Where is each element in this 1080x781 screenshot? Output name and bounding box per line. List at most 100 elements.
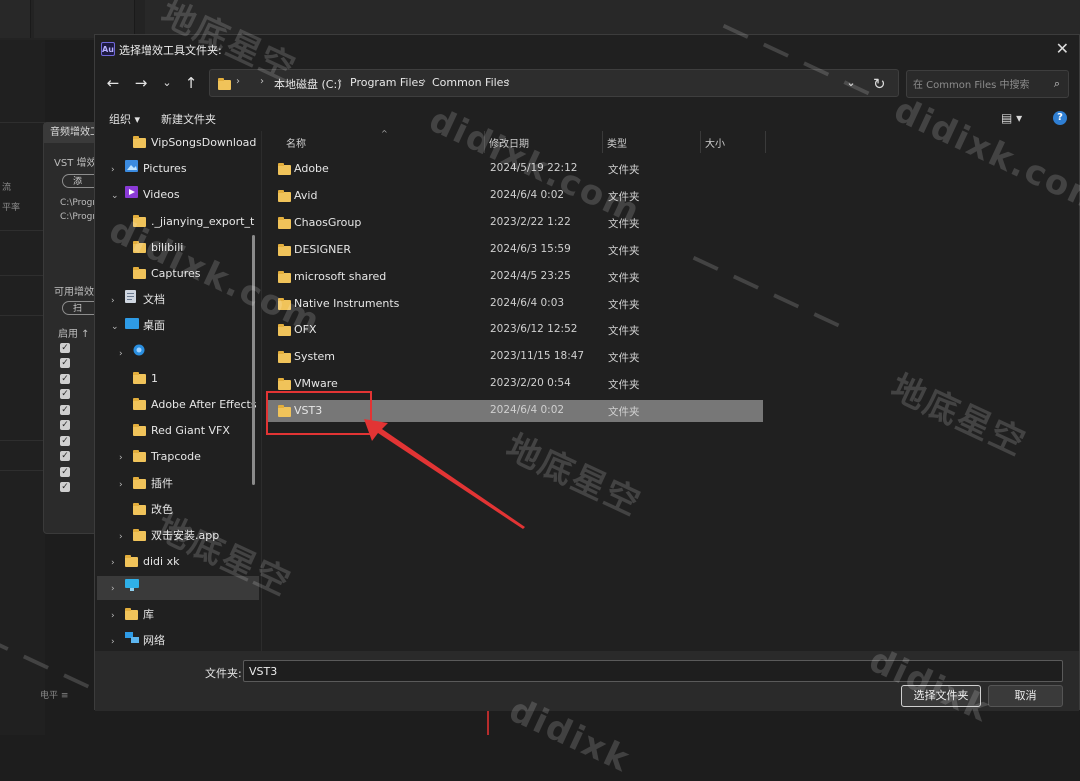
nav-tree-item[interactable]: › 双击安装.app [119, 524, 245, 548]
file-date: 2023/2/22 1:22 [490, 215, 571, 228]
nav-tree-label: 文档 [143, 293, 165, 307]
pane-divider[interactable] [261, 131, 262, 651]
plugin-checkbox[interactable]: ✓ [60, 343, 70, 353]
nav-tree-item[interactable]: bilibili [119, 236, 245, 260]
breadcrumb-local-disk[interactable]: 本地磁盘 (C:) [274, 76, 341, 92]
select-folder-button[interactable]: 选择文件夹 [901, 685, 981, 707]
file-type: 文件夹 [608, 406, 640, 419]
nav-tree-item[interactable]: › 网络 [111, 629, 245, 651]
file-row[interactable]: Native Instruments 2024/6/4 0:03 文件夹 [266, 293, 763, 315]
nav-tree-item[interactable]: Captures [119, 262, 245, 286]
column-separator[interactable] [484, 131, 485, 153]
plugin-checkbox[interactable]: ✓ [60, 451, 70, 461]
column-separator[interactable] [765, 131, 766, 153]
nav-tree-label: Red Giant VFX [151, 424, 230, 438]
plugin-checkbox[interactable]: ✓ [60, 389, 70, 399]
new-folder-button[interactable]: 新建文件夹 [161, 111, 216, 127]
search-icon[interactable]: ⌕ [1054, 77, 1060, 91]
folder-icon [278, 378, 291, 391]
nav-tree-item[interactable]: 1 [119, 367, 245, 391]
nav-tree-item[interactable]: › Trapcode [119, 445, 245, 469]
column-header-size[interactable]: 大小 [705, 135, 725, 151]
plugin-checkbox[interactable]: ✓ [60, 420, 70, 430]
search-input[interactable] [911, 75, 1050, 95]
address-dropdown-chevron-icon[interactable]: ⌄ [841, 73, 861, 93]
nav-tree-item[interactable]: ⌄ 桌面 [111, 314, 245, 338]
column-header-type[interactable]: 类型 [607, 135, 627, 151]
plugin-checkbox[interactable]: ✓ [60, 358, 70, 368]
highlight-annotation-box [266, 391, 372, 435]
chevron-right-icon[interactable]: › [506, 76, 510, 87]
plugin-checkbox[interactable]: ✓ [60, 436, 70, 446]
close-icon[interactable]: ✕ [1056, 39, 1069, 58]
plugin-checkbox[interactable]: ✓ [60, 374, 70, 384]
folder-icon [133, 419, 151, 443]
file-row[interactable]: OFX 2023/6/12 12:52 文件夹 [266, 319, 763, 341]
plugin-checkbox[interactable]: ✓ [60, 467, 70, 477]
view-options-icon[interactable]: ▤ ▾ [1001, 111, 1022, 125]
plugin-checkbox[interactable]: ✓ [60, 482, 70, 492]
folder-label: 文件夹: [205, 667, 242, 680]
file-row[interactable]: System 2023/11/15 18:47 文件夹 [266, 346, 763, 368]
search-box[interactable]: ⌕ [906, 70, 1069, 98]
refresh-icon[interactable]: ↻ [873, 75, 886, 93]
breadcrumb-common-files[interactable]: Common Files [432, 76, 509, 89]
chevron-right-icon[interactable]: › [111, 577, 125, 601]
bg-left-stub: 流 [2, 183, 12, 193]
column-separator[interactable] [700, 131, 701, 153]
back-arrow-icon[interactable]: ← [103, 73, 123, 93]
nav-tree-item[interactable]: › 插件 [119, 472, 245, 496]
nav-tree-item[interactable]: Adobe After Effects [119, 393, 257, 417]
chevron-right-icon[interactable]: › [338, 76, 342, 87]
chevron-right-icon[interactable]: › [119, 473, 133, 497]
nav-tree-item[interactable]: Red Giant VFX [119, 419, 245, 443]
organize-button[interactable]: 组织 ▾ [109, 111, 140, 127]
chevron-right-icon[interactable]: › [260, 76, 264, 87]
cancel-button[interactable]: 取消 [988, 685, 1063, 707]
help-icon[interactable]: ? [1053, 111, 1067, 125]
file-type: 文件夹 [608, 325, 640, 338]
chevron-right-icon[interactable]: › [111, 604, 125, 628]
file-row[interactable]: ChaosGroup 2023/2/22 1:22 文件夹 [266, 212, 763, 234]
file-row[interactable]: DESIGNER 2024/6/3 15:59 文件夹 [266, 239, 763, 261]
nav-tree-item[interactable]: VipSongsDownload [119, 131, 256, 155]
chevron-right-icon[interactable]: › [119, 525, 133, 549]
nav-tree-label: 库 [143, 607, 154, 621]
column-header-name[interactable]: 名称 [286, 135, 306, 151]
nav-tree-item[interactable]: › 文档 [111, 288, 245, 312]
chevron-right-icon[interactable]: › [422, 76, 426, 87]
nav-tree-item[interactable]: › 库 [111, 603, 245, 627]
chevron-right-icon[interactable]: › [119, 342, 133, 366]
breadcrumb-program-files[interactable]: Program Files [350, 76, 424, 89]
address-bar[interactable]: › › 本地磁盘 (C:) › Program Files › Common F… [209, 69, 899, 97]
nav-tree-item[interactable]: 改色 [119, 498, 245, 522]
chevron-down-icon[interactable]: ⌄ [111, 315, 125, 339]
file-row[interactable]: microsoft shared 2024/4/5 23:25 文件夹 [266, 266, 763, 288]
dialog-footer: 文件夹: 选择文件夹 取消 [95, 651, 1079, 711]
chevron-right-icon[interactable]: › [111, 158, 125, 182]
nav-tree-item[interactable]: › Pictures [111, 157, 245, 181]
chevron-right-icon[interactable]: › [119, 446, 133, 470]
file-row[interactable]: Adobe 2024/5/19 22:12 文件夹 [266, 158, 763, 180]
nav-tree-item[interactable]: › didi xk [111, 550, 245, 574]
forward-arrow-icon[interactable]: → [131, 73, 151, 93]
nav-tree-item[interactable]: › [119, 341, 245, 365]
chevron-right-icon[interactable]: › [111, 551, 125, 575]
plugin-checkbox[interactable]: ✓ [60, 405, 70, 415]
chevron-right-icon[interactable]: › [111, 630, 125, 651]
up-arrow-icon[interactable]: ↑ [181, 73, 201, 93]
file-type: 文件夹 [608, 164, 640, 176]
nav-tree-item[interactable]: ⌄ Videos [111, 183, 245, 207]
recent-chevron-down-icon[interactable]: ⌄ [157, 73, 177, 93]
chevron-right-icon[interactable]: › [111, 289, 125, 313]
nav-tree-item[interactable]: ._jianying_export_t [119, 210, 254, 234]
nav-pane-scrollbar[interactable] [252, 235, 255, 485]
file-row[interactable]: Avid 2024/6/4 0:02 文件夹 [266, 185, 763, 207]
nav-tree-item[interactable]: › [97, 576, 259, 601]
folder-icon [278, 163, 291, 176]
chevron-right-icon[interactable]: › [236, 76, 240, 87]
column-header-modified[interactable]: 修改日期 [489, 135, 529, 151]
column-separator[interactable] [602, 131, 603, 153]
folder-name-input[interactable] [243, 660, 1063, 682]
chevron-down-icon[interactable]: ⌄ [111, 184, 125, 208]
